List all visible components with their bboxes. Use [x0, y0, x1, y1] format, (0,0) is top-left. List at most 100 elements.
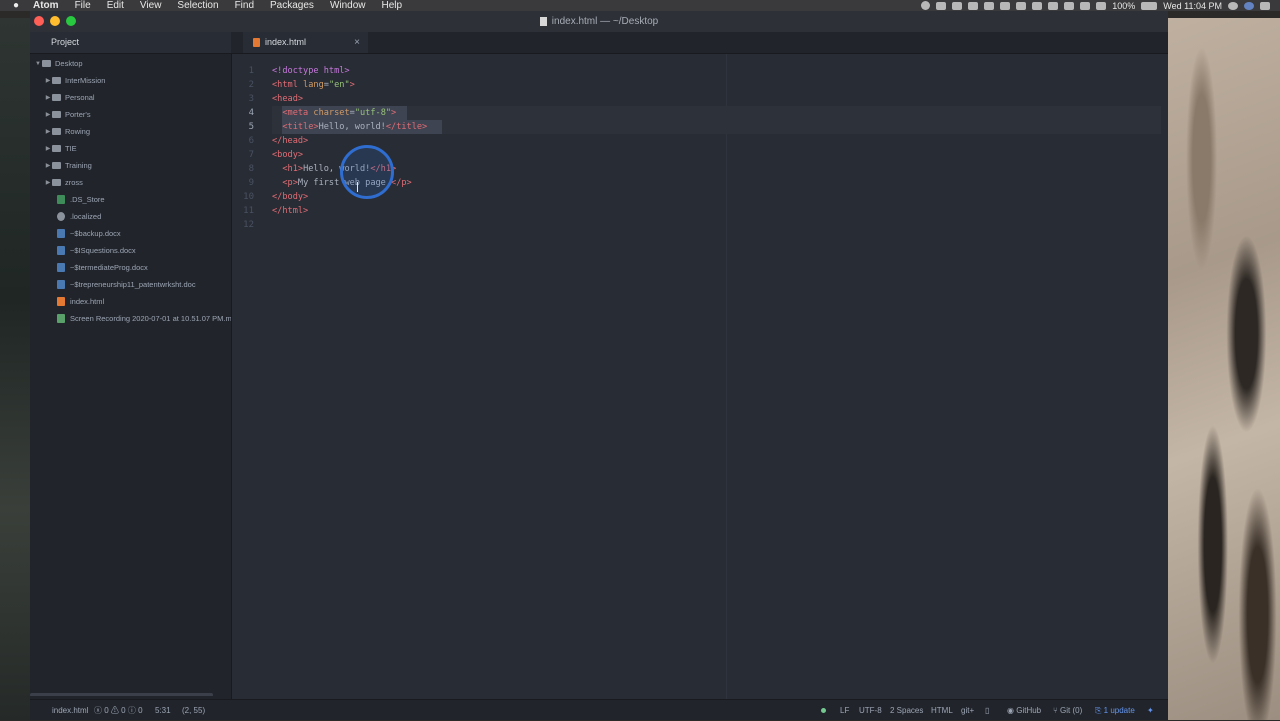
- tree-root-desktop[interactable]: ▼ Desktop: [30, 55, 231, 72]
- tree-file[interactable]: .localized: [30, 208, 231, 225]
- menu-view[interactable]: View: [132, 0, 170, 11]
- chevron-right-icon[interactable]: ▶: [44, 94, 52, 101]
- tree-horizontal-scrollbar[interactable]: [30, 693, 213, 696]
- tree-folder[interactable]: ▶ Porter's: [30, 106, 231, 123]
- tree-file[interactable]: ~$termediateProg.docx: [30, 259, 231, 276]
- cloud-icon[interactable]: [984, 1, 995, 10]
- line-number-gutter[interactable]: 1 2 3 4 5 6 7 8 9 10 11 12: [232, 54, 272, 699]
- tree-folder-label: Personal: [65, 93, 95, 102]
- editor-vertical-scrollbar[interactable]: [1161, 54, 1168, 699]
- code-line[interactable]: <!doctype html>: [272, 64, 350, 78]
- status-update[interactable]: ⎘ 1 update: [1095, 700, 1135, 721]
- code-token: </html>: [272, 206, 309, 216]
- code-line[interactable]: </head>: [272, 134, 308, 148]
- tab-project[interactable]: Project: [30, 32, 231, 53]
- code-line[interactable]: <body>: [272, 148, 303, 162]
- display-icon[interactable]: [1032, 1, 1043, 10]
- tree-file[interactable]: ~$trepreneurship11_patentwrksht.doc: [30, 276, 231, 293]
- squirrel-icon[interactable]: ✦: [1147, 700, 1154, 721]
- apple-icon[interactable]: ●: [9, 0, 23, 11]
- chevron-right-icon[interactable]: ▶: [44, 162, 52, 169]
- menu-edit[interactable]: Edit: [99, 0, 132, 11]
- line-number[interactable]: 1: [249, 64, 254, 78]
- battery-icon[interactable]: [1141, 1, 1158, 10]
- code-line[interactable]: <html lang="en">: [272, 78, 355, 92]
- chevron-right-icon[interactable]: ▶: [44, 145, 52, 152]
- spotlight-icon[interactable]: [1228, 1, 1238, 10]
- close-tab-icon[interactable]: ×: [354, 32, 360, 53]
- sync-icon[interactable]: [1000, 1, 1011, 10]
- line-number[interactable]: 9: [249, 176, 254, 190]
- menu-clock[interactable]: Wed 11:04 PM: [1163, 1, 1222, 11]
- chevron-right-icon[interactable]: ▶: [44, 128, 52, 135]
- line-number[interactable]: 8: [249, 162, 254, 176]
- status-diagnostics[interactable]: ⓧ 0 ⚠ 0 ⓘ 0: [94, 700, 143, 721]
- zoom-window-button[interactable]: [66, 16, 76, 26]
- feather-icon[interactable]: [952, 1, 963, 10]
- drive-icon[interactable]: [968, 1, 979, 10]
- status-line-ending[interactable]: LF: [840, 700, 849, 721]
- siri-icon[interactable]: [1244, 1, 1254, 10]
- tree-folder[interactable]: ▶ Rowing: [30, 123, 231, 140]
- tab-index-html[interactable]: index.html ×: [243, 32, 368, 53]
- tree-file[interactable]: .DS_Store: [30, 191, 231, 208]
- menu-app-atom[interactable]: Atom: [23, 0, 67, 11]
- tree-folder[interactable]: ▶ InterMission: [30, 72, 231, 89]
- tree-folder[interactable]: ▶ Training: [30, 157, 231, 174]
- status-git[interactable]: ⑂ Git (0): [1053, 700, 1082, 721]
- tree-file[interactable]: ~$backup.docx: [30, 225, 231, 242]
- folder-icon: [52, 162, 61, 169]
- airplay-icon[interactable]: [1048, 1, 1059, 10]
- line-number[interactable]: 11: [243, 204, 254, 218]
- line-number[interactable]: 10: [243, 190, 254, 204]
- menu-file[interactable]: File: [67, 0, 99, 11]
- tree-file[interactable]: ~$ISquestions.docx: [30, 242, 231, 259]
- code-token: >: [349, 80, 355, 90]
- code-line[interactable]: <title>Hello, world!</title>: [272, 120, 427, 134]
- status-cursor-position[interactable]: 5:31: [155, 700, 171, 721]
- menu-find[interactable]: Find: [227, 0, 262, 11]
- status-github[interactable]: ◉ GitHub: [1007, 700, 1041, 721]
- timemachine-icon[interactable]: [1016, 1, 1027, 10]
- line-number[interactable]: 5: [249, 120, 254, 134]
- tree-file[interactable]: Screen Recording 2020-07-01 at 10.51.07 …: [30, 310, 231, 327]
- status-indentation[interactable]: 2 Spaces: [890, 700, 923, 721]
- line-number[interactable]: 12: [243, 218, 254, 232]
- chevron-right-icon[interactable]: ▶: [44, 77, 52, 84]
- text-editor[interactable]: 1 2 3 4 5 6 7 8 9 10 11 12 <!doctype htm…: [232, 54, 1168, 699]
- line-number[interactable]: 2: [249, 78, 254, 92]
- code-line[interactable]: <meta charset="utf-8">: [272, 106, 396, 120]
- chevron-right-icon[interactable]: ▶: [44, 111, 52, 118]
- wifi-icon[interactable]: [1096, 1, 1107, 10]
- dropbox-icon[interactable]: [936, 1, 947, 10]
- status-encoding[interactable]: UTF-8: [859, 700, 882, 721]
- menu-packages[interactable]: Packages: [262, 0, 322, 11]
- minimize-window-button[interactable]: [50, 16, 60, 26]
- line-number[interactable]: 3: [249, 92, 254, 106]
- status-selection-count[interactable]: (2, 55): [182, 700, 205, 721]
- close-window-button[interactable]: [34, 16, 44, 26]
- line-number[interactable]: 7: [249, 148, 254, 162]
- tree-folder[interactable]: ▶ TIE: [30, 140, 231, 157]
- tree-folder[interactable]: ▶ zross: [30, 174, 231, 191]
- code-line[interactable]: </body>: [272, 190, 308, 204]
- menu-window[interactable]: Window: [322, 0, 374, 11]
- volume-icon[interactable]: [1064, 1, 1075, 10]
- tree-folder[interactable]: ▶ Personal: [30, 89, 231, 106]
- notification-center-icon[interactable]: [1260, 1, 1270, 10]
- code-line[interactable]: </html>: [272, 204, 308, 218]
- chevron-down-icon[interactable]: ▼: [34, 61, 42, 67]
- record-icon[interactable]: [921, 1, 931, 10]
- line-number[interactable]: 4: [249, 106, 254, 120]
- chevron-right-icon[interactable]: ▶: [44, 179, 52, 186]
- line-number[interactable]: 6: [249, 134, 254, 148]
- status-git-plus[interactable]: git+: [961, 700, 974, 721]
- code-line[interactable]: <head>: [272, 92, 303, 106]
- status-file-path[interactable]: index.html: [52, 700, 88, 721]
- tree-file[interactable]: index.html: [30, 293, 231, 310]
- tree-file-label: ~$trepreneurship11_patentwrksht.doc: [70, 280, 196, 289]
- menu-help[interactable]: Help: [374, 0, 411, 11]
- bluetooth-icon[interactable]: [1080, 1, 1091, 10]
- menu-selection[interactable]: Selection: [169, 0, 226, 11]
- status-grammar[interactable]: HTML: [931, 700, 953, 721]
